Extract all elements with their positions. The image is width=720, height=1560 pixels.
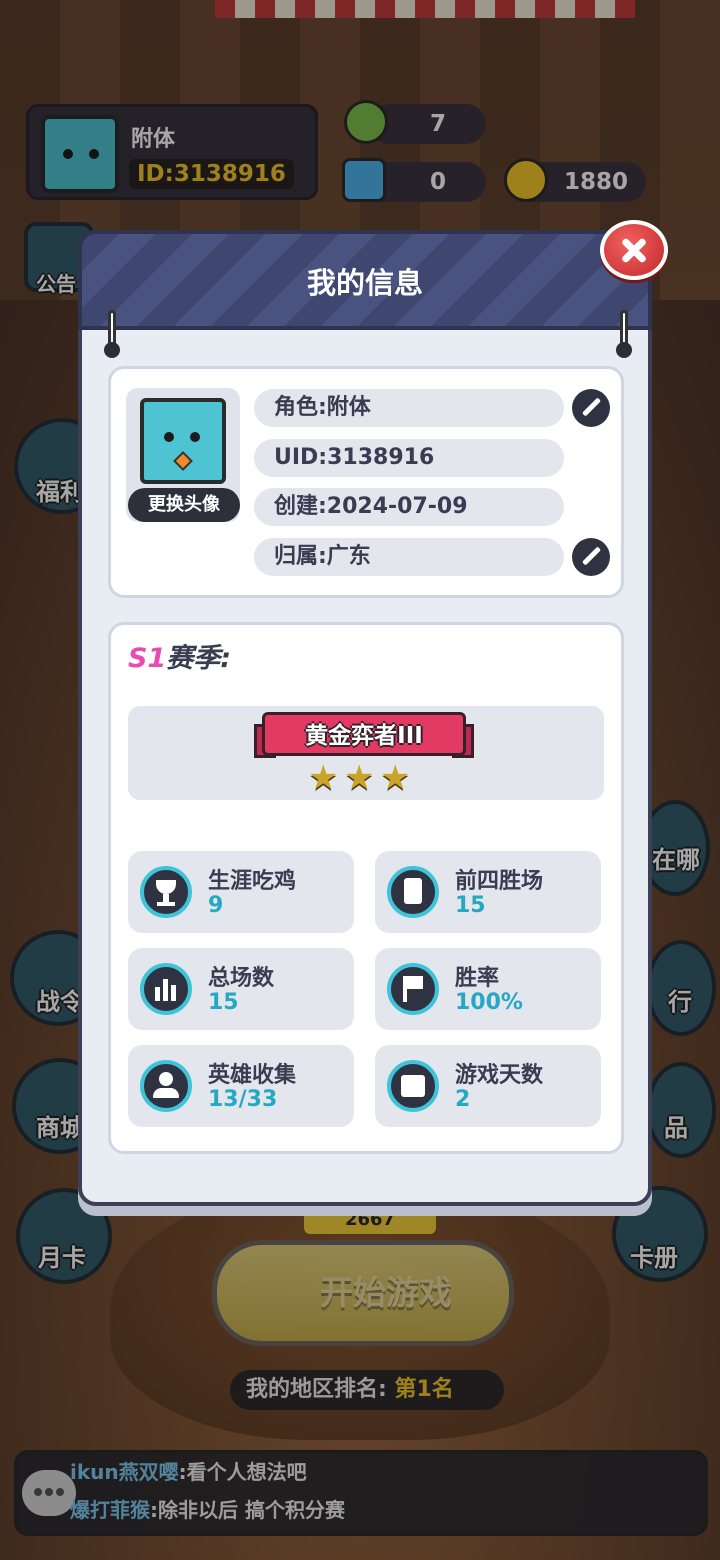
rank-star-icon: ★ — [380, 758, 411, 798]
stat-value: 9 — [208, 893, 224, 918]
flag-icon — [387, 963, 439, 1015]
stat-label: 英雄收集 — [208, 1063, 297, 1088]
season-label: S1赛季: — [128, 636, 231, 675]
stat-label: 胜率 — [455, 966, 500, 991]
season-prefix: S1 — [128, 643, 167, 674]
dialog-header: 我的信息 — [78, 230, 652, 330]
trophy-icon — [140, 866, 192, 918]
stat-label: 游戏天数 — [455, 1063, 544, 1088]
stat-value: 13/33 — [208, 1087, 278, 1112]
stat-win-rate: 胜率 100% — [375, 948, 601, 1030]
edit-region-pencil-icon[interactable] — [572, 538, 610, 576]
stat-play-days: 游戏天数 2 — [375, 1045, 601, 1127]
stat-value: 2 — [455, 1087, 471, 1112]
calendar-icon — [387, 1060, 439, 1112]
stat-top-four: 前四胜场 15 — [375, 851, 601, 933]
stat-label: 前四胜场 — [455, 869, 544, 894]
stat-label: 生涯吃鸡 — [208, 869, 297, 894]
bar-chart-icon — [140, 963, 192, 1015]
binder-hole-right — [616, 342, 632, 358]
close-button[interactable] — [600, 220, 668, 280]
rank-star-icon: ★ — [308, 758, 339, 798]
created-field: 创建:2024-07-09 — [254, 488, 564, 526]
edit-role-pencil-icon[interactable] — [572, 389, 610, 427]
uid-field: UID:3138916 — [254, 439, 564, 477]
dialog-title: 我的信息 — [306, 266, 423, 300]
stat-value: 15 — [455, 893, 486, 918]
change-avatar-button[interactable]: 更换头像 — [128, 488, 240, 522]
region-field: 归属:广东 — [254, 538, 564, 576]
stat-value: 100% — [455, 990, 523, 1015]
stat-total-games: 总场数 15 — [128, 948, 354, 1030]
role-field: 角色:附体 — [254, 389, 564, 427]
stat-hero-collection: 英雄收集 13/33 — [128, 1045, 354, 1127]
clipboard-icon — [387, 866, 439, 918]
stat-label: 总场数 — [208, 966, 275, 991]
season-suffix: 赛季: — [166, 643, 232, 674]
stat-career-wins: 生涯吃鸡 9 — [128, 851, 354, 933]
rank-star-icon: ★ — [344, 758, 375, 798]
binder-hole-left — [104, 342, 120, 358]
rank-name: 黄金弈者III — [305, 723, 423, 749]
stat-value: 15 — [208, 990, 239, 1015]
profile-avatar[interactable] — [140, 398, 226, 484]
person-icon — [140, 1060, 192, 1112]
